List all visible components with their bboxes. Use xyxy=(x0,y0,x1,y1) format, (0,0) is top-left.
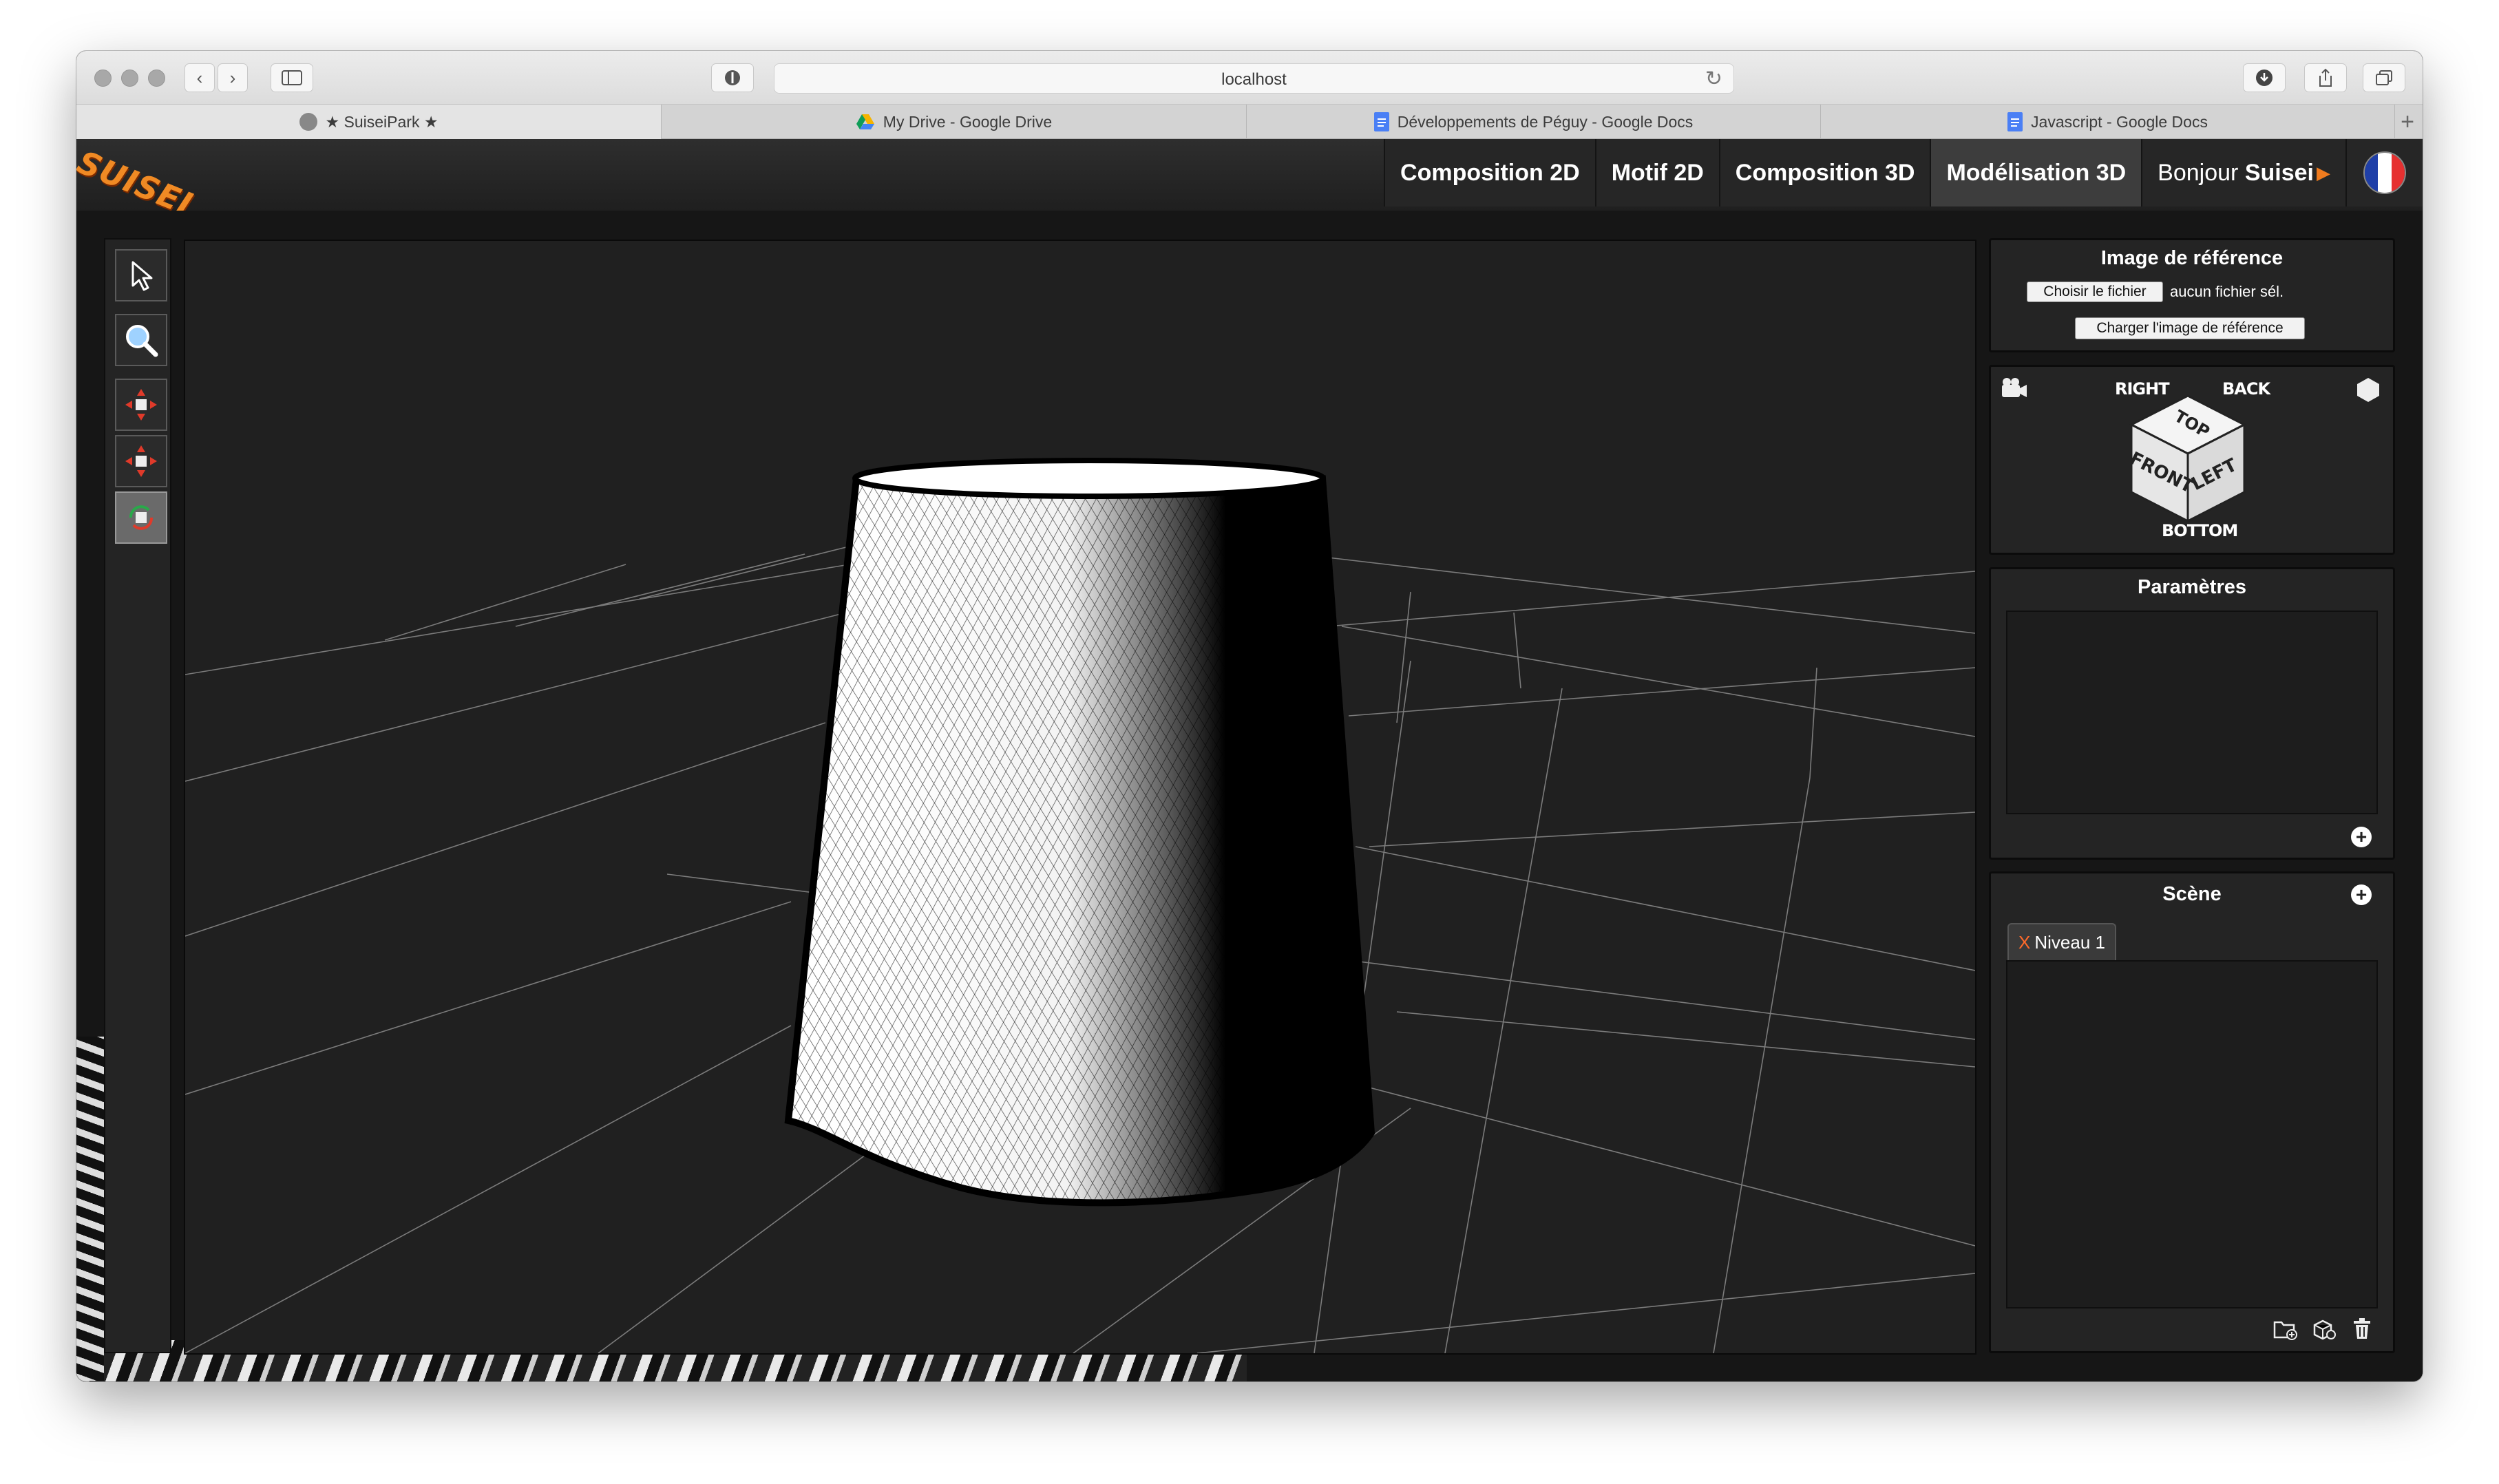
move-arrows-icon xyxy=(125,389,157,421)
reference-panel-title: Image de référence xyxy=(2100,247,2284,269)
load-reference-image-button[interactable]: Charger l'image de référence xyxy=(2075,317,2305,339)
rotate-arrows-icon xyxy=(129,505,153,530)
back-button[interactable]: ‹ xyxy=(184,63,215,92)
sidebar-toggle-button[interactable] xyxy=(271,63,313,92)
remove-level-button[interactable]: X xyxy=(2018,932,2030,953)
tab-label: ★ SuiseiPark ★ xyxy=(325,112,439,131)
privacy-report-button[interactable] xyxy=(711,63,754,92)
tabs-icon xyxy=(2376,70,2392,85)
reload-icon[interactable]: ↻ xyxy=(1705,67,1722,91)
greeting-prefix: Bonjour xyxy=(2158,159,2239,186)
cup-model[interactable] xyxy=(777,458,1383,1218)
tab-label: My Drive - Google Drive xyxy=(883,112,1053,131)
rotate-tool[interactable] xyxy=(115,491,167,544)
camera-icon[interactable] xyxy=(2001,377,2028,400)
reference-image-panel: Image de référence Choisir le fichier au… xyxy=(1989,238,2395,352)
google-docs-icon xyxy=(2007,112,2023,131)
plus-circle-icon[interactable]: + xyxy=(2351,827,2372,847)
scene-tree xyxy=(2006,960,2378,1308)
pointer-icon xyxy=(131,261,153,291)
minimize-window-button[interactable] xyxy=(121,70,138,87)
tab-overview-button[interactable] xyxy=(2363,63,2405,92)
main-nav: Composition 2D Motif 2D Composition 3D M… xyxy=(1384,139,2423,206)
choose-file-button[interactable]: Choisir le fichier xyxy=(2027,282,2163,302)
address-bar[interactable]: localhost ↻ xyxy=(774,63,1734,94)
nav-modelisation-3d[interactable]: Modélisation 3D xyxy=(1930,139,2142,206)
close-window-button[interactable] xyxy=(94,70,112,87)
level-label: Niveau 1 xyxy=(2034,931,2105,953)
language-selector[interactable] xyxy=(2345,139,2423,206)
tool-palette xyxy=(104,238,171,1353)
nav-motif-2d[interactable]: Motif 2D xyxy=(1594,139,1719,206)
tab-label: Développements de Péguy - Google Docs xyxy=(1397,112,1694,131)
download-icon xyxy=(2256,70,2273,86)
user-name: Suisei xyxy=(2244,159,2314,186)
view-cube[interactable]: TOP FRONT LEFT xyxy=(2126,392,2250,525)
scale-tool[interactable] xyxy=(115,435,167,487)
chevron-left-icon: ‹ xyxy=(196,67,203,88)
zoom-tool[interactable] xyxy=(115,314,167,366)
app-header: SUISEI Composition 2D Motif 2D Compositi… xyxy=(76,139,2423,223)
plus-circle-icon[interactable]: + xyxy=(2351,884,2372,905)
parameters-panel: Paramètres + xyxy=(1989,567,2395,860)
3d-viewport[interactable] xyxy=(184,240,1976,1355)
level-tab-niveau-1[interactable]: X Niveau 1 xyxy=(2007,923,2116,960)
downloads-button[interactable] xyxy=(2243,63,2286,92)
tab-google-docs-peguy[interactable]: Développements de Péguy - Google Docs xyxy=(1247,105,1821,139)
user-greeting[interactable]: Bonjour Suisei ▶ xyxy=(2141,139,2345,206)
scene-panel-title: Scène xyxy=(2162,883,2222,905)
add-folder-icon[interactable] xyxy=(2273,1318,2298,1340)
tab-google-drive[interactable]: My Drive - Google Drive xyxy=(662,105,1247,139)
no-file-selected-text: aucun fichier sél. xyxy=(2170,283,2284,300)
select-tool[interactable] xyxy=(115,249,167,301)
google-docs-icon xyxy=(1373,112,1389,131)
browser-window: ‹ › localhost ↻ ★ SuiseiPark ★ My Drive … xyxy=(76,51,2423,1381)
nav-composition-2d[interactable]: Composition 2D xyxy=(1384,139,1595,206)
hexagon-icon[interactable] xyxy=(2356,377,2381,403)
tab-google-docs-javascript[interactable]: Javascript - Google Docs xyxy=(1821,105,2395,139)
google-drive-icon xyxy=(856,114,874,129)
url-text: localhost xyxy=(1221,70,1287,89)
view-cube-panel: RIGHT BACK BOTTOM TOP FRONT LEFT xyxy=(1989,365,2395,555)
manga-background-decoration-left xyxy=(76,1037,104,1381)
shield-icon xyxy=(725,70,740,85)
french-flag-icon xyxy=(2363,151,2406,194)
workspace: Image de référence Choisir le fichier au… xyxy=(76,211,2423,1381)
new-tab-button[interactable]: + xyxy=(2395,105,2420,139)
sidebar-icon xyxy=(282,70,302,85)
nav-composition-3d[interactable]: Composition 3D xyxy=(1718,139,1930,206)
browser-tab-bar: ★ SuiseiPark ★ My Drive - Google Drive D… xyxy=(76,105,2423,139)
suisei-favicon-icon xyxy=(299,113,317,131)
trash-icon[interactable] xyxy=(2352,1317,2372,1340)
3d-scene-canvas[interactable] xyxy=(185,241,1975,1353)
move-tool[interactable] xyxy=(115,379,167,431)
add-object-icon[interactable] xyxy=(2312,1318,2337,1340)
share-icon xyxy=(2319,68,2332,87)
tab-suiseipark[interactable]: ★ SuiseiPark ★ xyxy=(76,105,662,139)
play-arrow-icon: ▶ xyxy=(2317,162,2330,183)
scale-arrows-icon xyxy=(125,445,157,477)
scene-panel: Scène + X Niveau 1 xyxy=(1989,871,2395,1353)
zoom-window-button[interactable] xyxy=(148,70,165,87)
chevron-right-icon: › xyxy=(229,67,236,88)
magnifier-icon xyxy=(126,325,158,357)
parameters-content xyxy=(2006,611,2378,814)
forward-button[interactable]: › xyxy=(218,63,248,92)
share-button[interactable] xyxy=(2304,63,2347,92)
browser-titlebar: ‹ › localhost ↻ xyxy=(76,51,2423,105)
parameters-panel-title: Paramètres xyxy=(2138,576,2246,598)
tab-label: Javascript - Google Docs xyxy=(2031,112,2208,131)
